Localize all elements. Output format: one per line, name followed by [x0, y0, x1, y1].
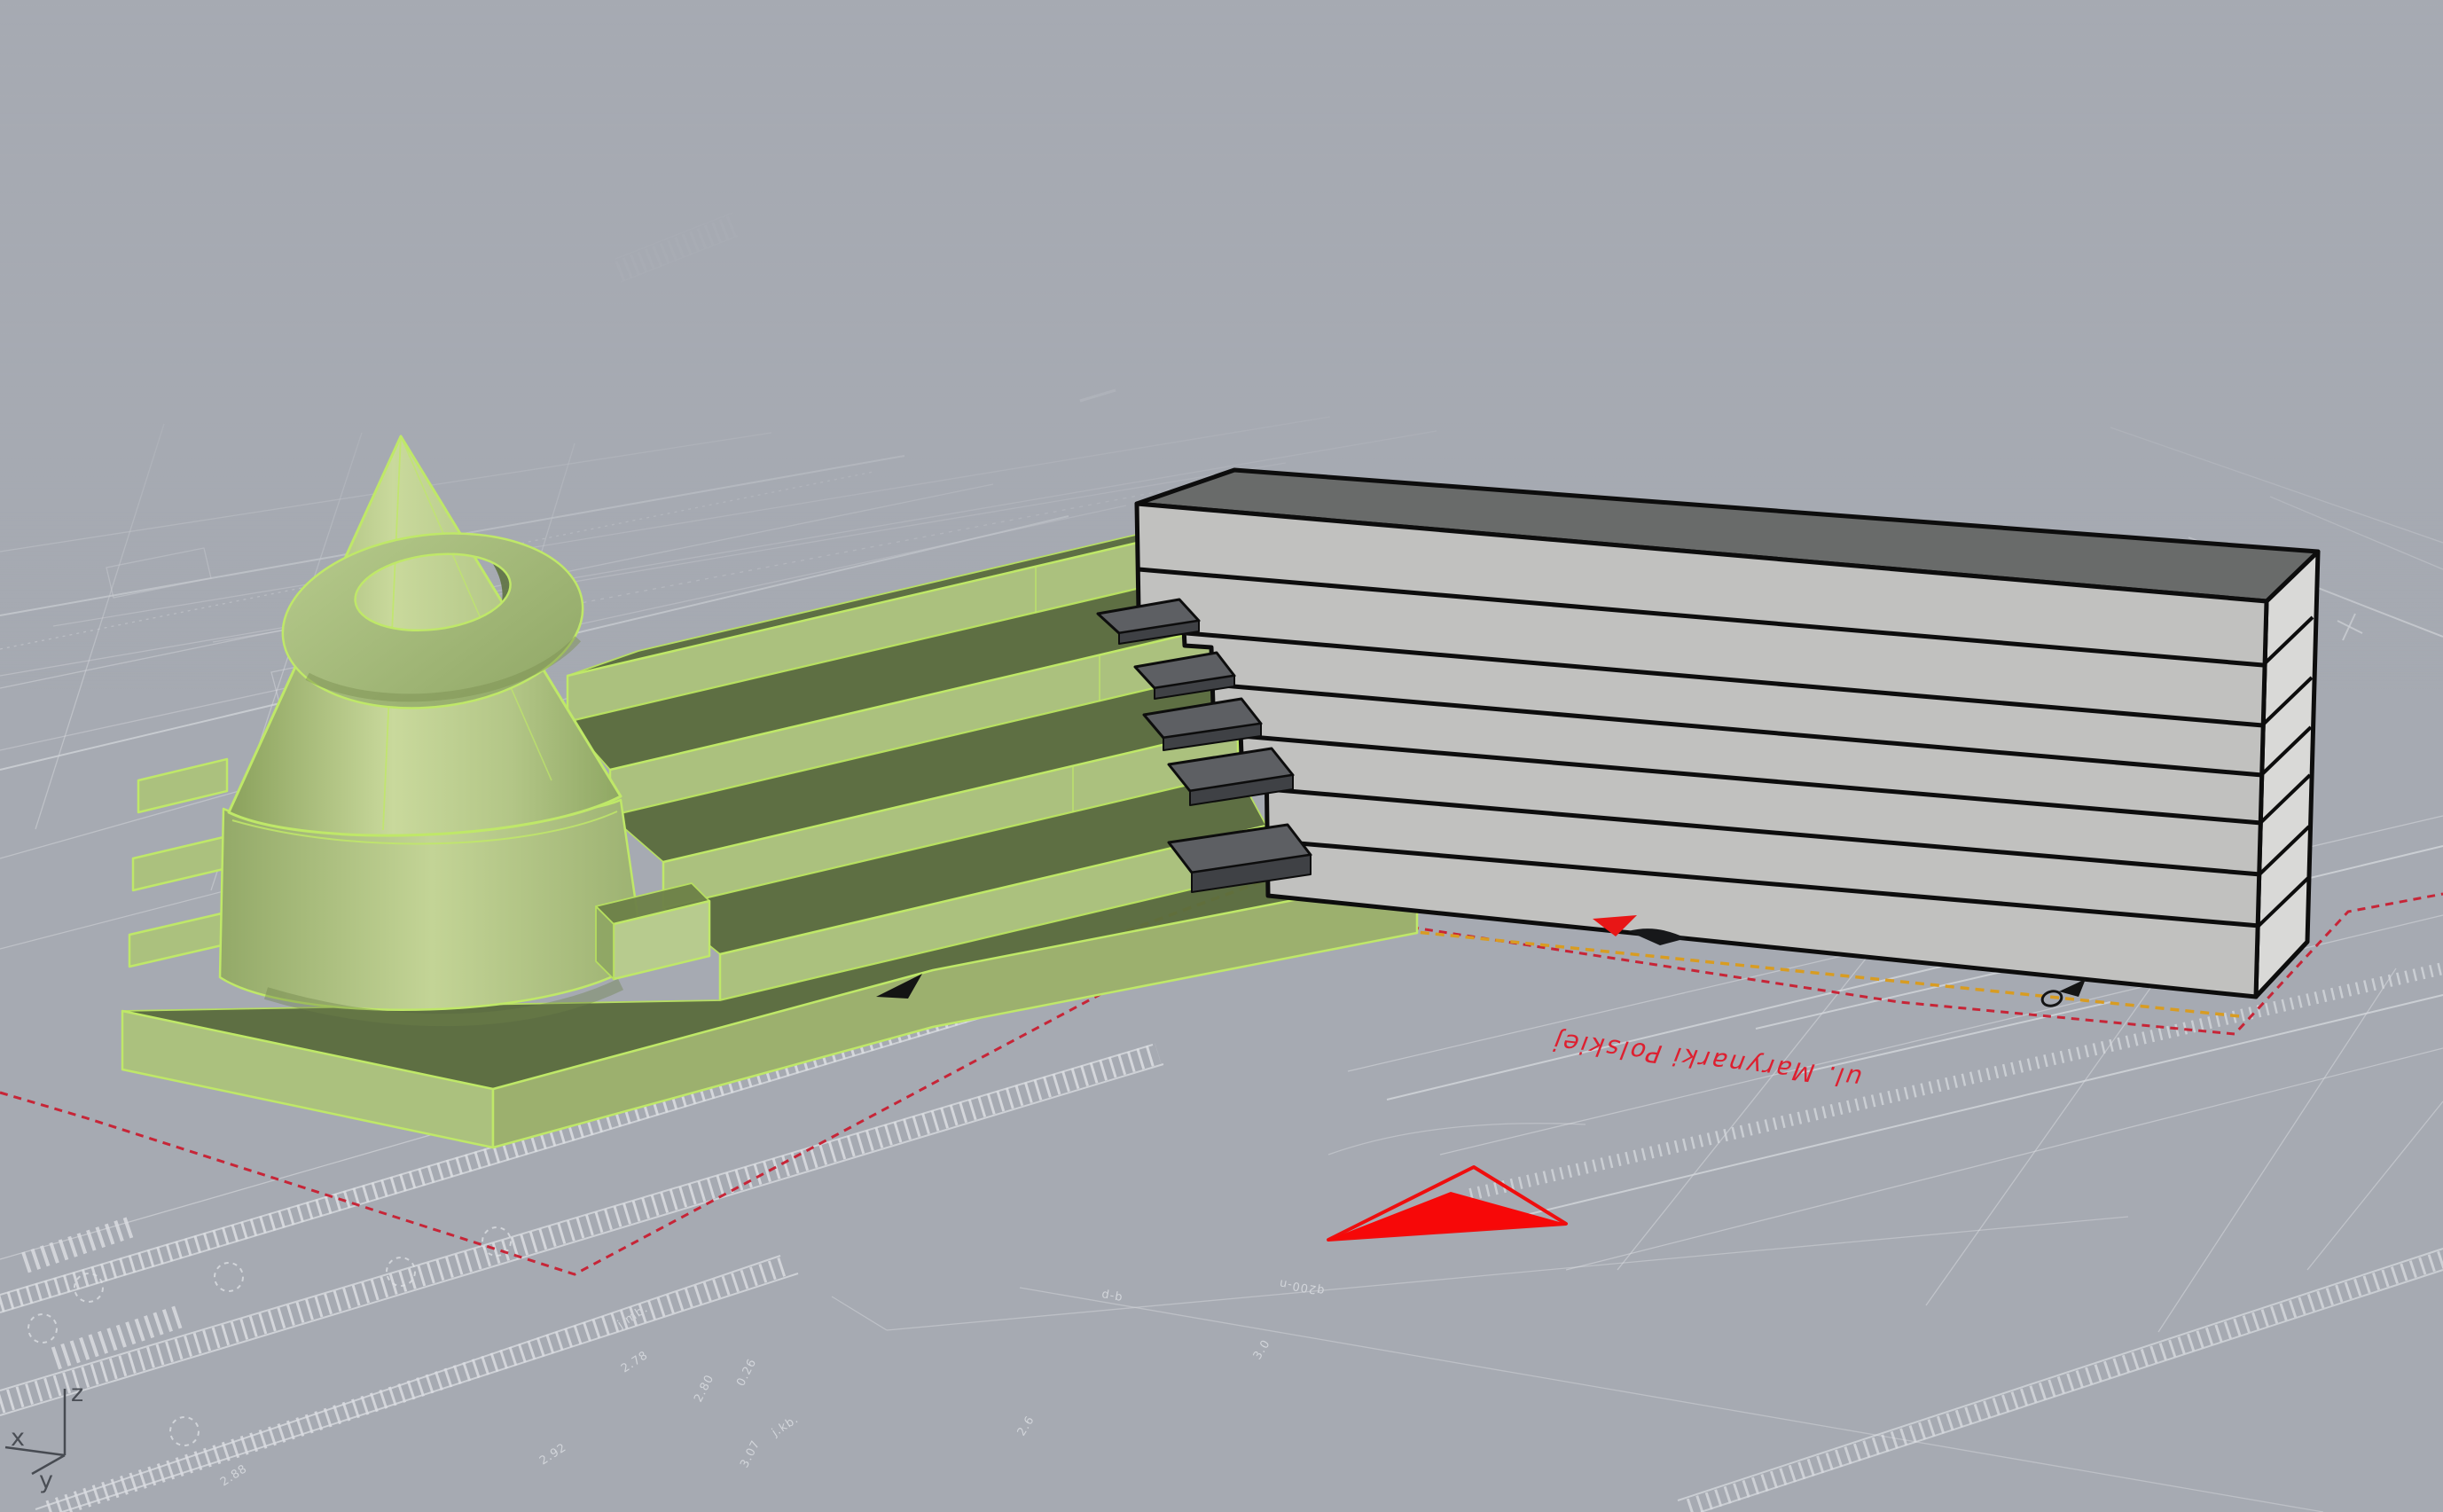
axis-z-label: z — [71, 1380, 83, 1407]
cad-viewport[interactable]: 2.88 2.92 2.78 2.80 0.26 3.07 j.kb. j.mb… — [0, 0, 2443, 1512]
slab-ends-left — [129, 759, 227, 967]
axis-y-label: y — [39, 1467, 53, 1494]
viewport-canvas[interactable]: 2.88 2.92 2.78 2.80 0.26 3.07 j.kb. j.mb… — [0, 0, 2443, 1512]
axis-x-label: x — [11, 1424, 25, 1452]
